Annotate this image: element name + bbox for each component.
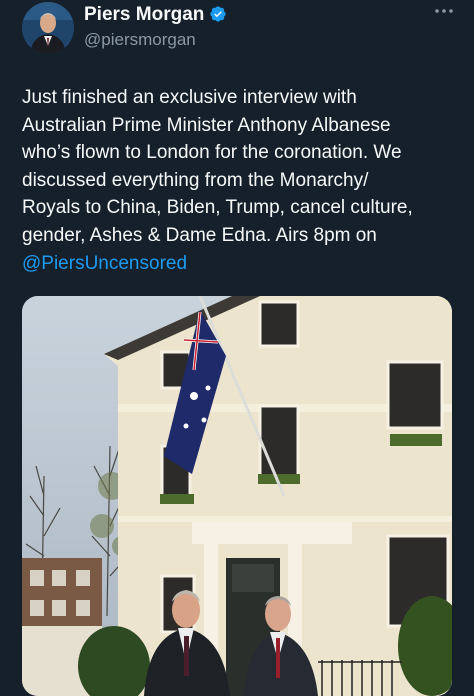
photo-image <box>22 296 452 696</box>
display-name-text[interactable]: Piers Morgan <box>84 4 204 25</box>
avatar-image <box>22 2 74 54</box>
tweet-photo[interactable] <box>22 296 452 696</box>
tweet-line: Australian Prime Minister Anthony Albane… <box>22 114 391 136</box>
mention-link[interactable]: @PiersUncensored <box>22 253 187 274</box>
tweet-line: Royals to China, Biden, Trump, cancel cu… <box>22 197 413 219</box>
tweet-line: who’s flown to London for the coronation… <box>22 142 402 164</box>
verified-badge-icon <box>210 6 227 22</box>
author-avatar[interactable] <box>22 2 74 54</box>
more-options-icon[interactable] <box>434 4 454 18</box>
author-handle[interactable]: @piersmorgan <box>84 30 196 50</box>
tweet-line: discussed everything from the Monarchy/ <box>22 169 369 191</box>
tweet-text: Just finished an exclusive interview wit… <box>22 84 462 277</box>
tweet-line: gender, Ashes & Dame Edna. Airs 8pm on <box>22 224 377 246</box>
tweet-line: Just finished an exclusive interview wit… <box>22 87 357 108</box>
author-name[interactable]: Piers Morgan <box>84 4 227 26</box>
